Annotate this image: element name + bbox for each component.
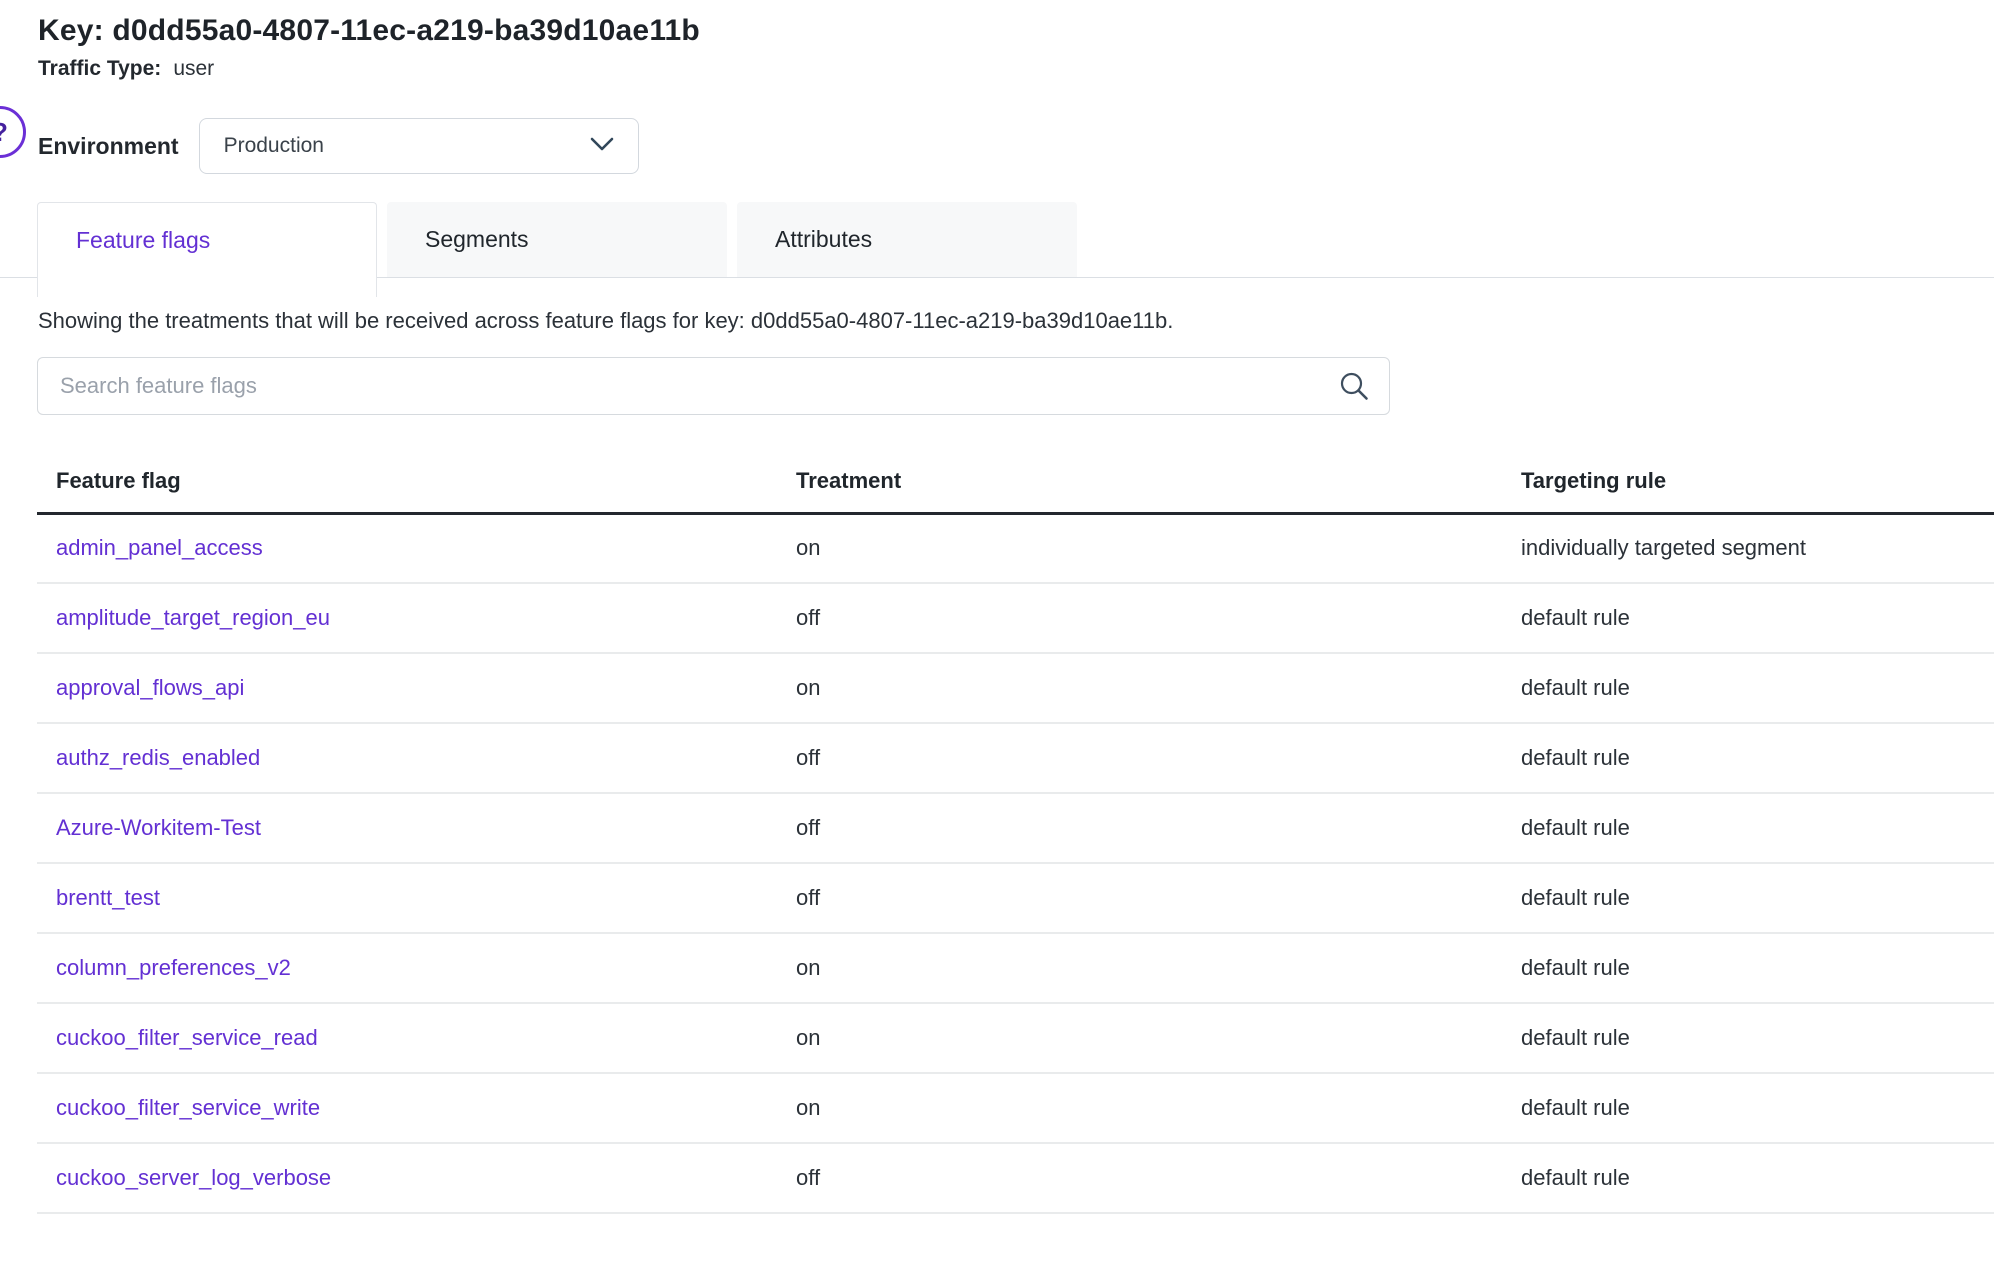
feature-flag-link[interactable]: amplitude_target_region_eu: [56, 605, 330, 630]
feature-flag-link[interactable]: authz_redis_enabled: [56, 745, 260, 770]
table-row: brentt_test off default rule: [37, 863, 1994, 933]
treatment-value: off: [777, 723, 1502, 793]
tab-feature-flags[interactable]: Feature flags: [37, 202, 377, 297]
traffic-type-row: Traffic Type: user: [38, 54, 1994, 84]
column-header-feature-flag: Feature flag: [37, 451, 777, 513]
environment-row: Environment Production: [38, 118, 1994, 174]
targeting-rule-value: default rule: [1502, 583, 1994, 653]
feature-flag-link[interactable]: brentt_test: [56, 885, 160, 910]
table-row: approval_flows_api on default rule: [37, 653, 1994, 723]
treatment-value: on: [777, 653, 1502, 723]
feature-flag-link[interactable]: Azure-Workitem-Test: [56, 815, 261, 840]
table-row: column_preferences_v2 on default rule: [37, 933, 1994, 1003]
table-row: cuckoo_filter_service_write on default r…: [37, 1073, 1994, 1143]
feature-flag-link[interactable]: approval_flows_api: [56, 675, 244, 700]
help-badge-glyph: ?: [0, 117, 8, 148]
table-row: cuckoo_server_log_verbose off default ru…: [37, 1143, 1994, 1213]
treatments-description: Showing the treatments that will be rece…: [38, 307, 1994, 335]
column-header-targeting-rule: Targeting rule: [1502, 451, 1994, 513]
table-row: amplitude_target_region_eu off default r…: [37, 583, 1994, 653]
key-detail-page: ? Key: d0dd55a0-4807-11ec-a219-ba39d10ae…: [0, 12, 1994, 1264]
treatments-table: Feature flag Treatment Targeting rule ad…: [37, 451, 1994, 1214]
targeting-rule-value: default rule: [1502, 1003, 1994, 1073]
table-row: Azure-Workitem-Test off default rule: [37, 793, 1994, 863]
targeting-rule-value: default rule: [1502, 723, 1994, 793]
treatment-value: off: [777, 863, 1502, 933]
treatment-value: on: [777, 1073, 1502, 1143]
feature-flag-link[interactable]: cuckoo_server_log_verbose: [56, 1165, 331, 1190]
targeting-rule-value: default rule: [1502, 1143, 1994, 1213]
table-body: admin_panel_access on individually targe…: [37, 513, 1994, 1213]
search-input[interactable]: [37, 357, 1390, 415]
chevron-down-icon: [590, 137, 614, 156]
treatment-value: on: [777, 513, 1502, 583]
tab-attributes[interactable]: Attributes: [737, 202, 1077, 277]
feature-flag-link[interactable]: cuckoo_filter_service_read: [56, 1025, 318, 1050]
table-row: authz_redis_enabled off default rule: [37, 723, 1994, 793]
environment-selected-value: Production: [224, 134, 590, 158]
help-badge-icon[interactable]: ?: [0, 106, 26, 158]
table-header-row: Feature flag Treatment Targeting rule: [37, 451, 1994, 513]
targeting-rule-value: individually targeted segment: [1502, 513, 1994, 583]
tab-segments[interactable]: Segments: [387, 202, 727, 277]
feature-flag-link[interactable]: admin_panel_access: [56, 535, 263, 560]
tab-bar: Feature flags Segments Attributes: [0, 202, 1994, 297]
column-header-treatment: Treatment: [777, 451, 1502, 513]
targeting-rule-value: default rule: [1502, 1073, 1994, 1143]
page-title: Key: d0dd55a0-4807-11ec-a219-ba39d10ae11…: [38, 12, 1994, 50]
targeting-rule-value: default rule: [1502, 863, 1994, 933]
targeting-rule-value: default rule: [1502, 793, 1994, 863]
treatment-value: off: [777, 1143, 1502, 1213]
feature-flag-link[interactable]: column_preferences_v2: [56, 955, 291, 980]
traffic-type-value: user: [173, 57, 214, 80]
targeting-rule-value: default rule: [1502, 653, 1994, 723]
table-row: admin_panel_access on individually targe…: [37, 513, 1994, 583]
treatment-value: on: [777, 1003, 1502, 1073]
treatment-value: on: [777, 933, 1502, 1003]
treatment-value: off: [777, 793, 1502, 863]
feature-flag-link[interactable]: cuckoo_filter_service_write: [56, 1095, 320, 1120]
environment-select[interactable]: Production: [199, 118, 639, 174]
search-container: [37, 357, 1390, 415]
table-row: cuckoo_filter_service_read on default ru…: [37, 1003, 1994, 1073]
treatment-value: off: [777, 583, 1502, 653]
traffic-type-label: Traffic Type:: [38, 57, 161, 80]
environment-label: Environment: [38, 133, 179, 160]
targeting-rule-value: default rule: [1502, 933, 1994, 1003]
